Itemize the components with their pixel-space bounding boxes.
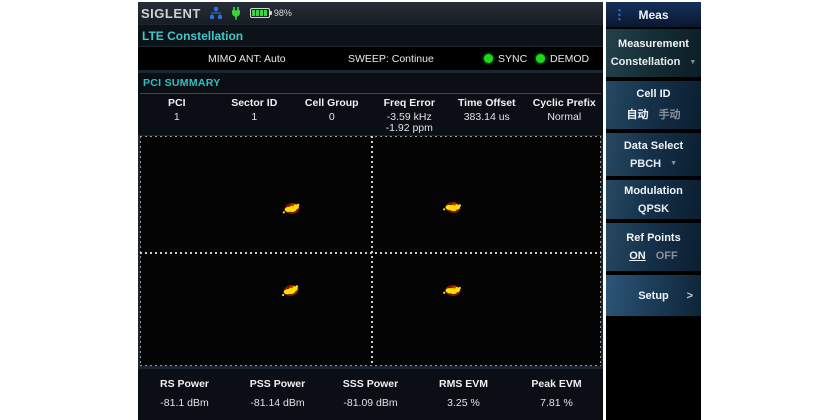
softkey-label: Modulation <box>624 185 683 197</box>
pci-summary-title: PCI SUMMARY <box>143 77 221 89</box>
power-evm-metrics: RS Power -81.1 dBmPSS Power -81.14 dBmSSS … <box>138 369 603 420</box>
page-background: SIGLENT 98% LTE Co <box>0 0 840 420</box>
softkey-data-select[interactable]: Data Select PBCH ▼ <box>606 133 701 178</box>
device-screen-main: SIGLENT 98% LTE Co <box>138 2 603 420</box>
metric-value: 7.81 % <box>510 397 603 409</box>
constellation-cluster <box>440 281 466 304</box>
softkey-sidebar: ⋮ Meas Measurement Constellation ▼ Cell ID 自… <box>606 2 701 420</box>
softkey-toggle: 自动手动 <box>624 106 684 122</box>
lan-icon <box>210 7 222 19</box>
sweep-status: SWEEP: Continue <box>348 47 434 70</box>
battery-icon <box>250 8 270 18</box>
softkey-value: QPSK <box>638 203 669 215</box>
separator <box>140 93 601 94</box>
metric-label: SSS Power <box>324 378 417 390</box>
power-plug-icon <box>231 7 241 20</box>
menu-header: ⋮ Meas <box>606 2 701 27</box>
toggle-option-[interactable]: 自动 <box>627 106 649 122</box>
top-status-bar: SIGLENT 98% <box>138 2 603 24</box>
constellation-cluster <box>278 281 304 304</box>
siglent-logo: SIGLENT <box>141 6 201 21</box>
demod-status-bar: MIMO ANT: Auto SWEEP: Continue SYNC DEMO… <box>138 47 603 70</box>
constellation-plot <box>140 136 601 366</box>
pci-summary-panel: PCI SUMMARY PCI1Sector ID1Cell Group0Fre… <box>138 73 603 135</box>
chevron-right-icon: > <box>687 290 693 302</box>
metric-rs-power: RS Power -81.1 dBm <box>138 369 231 420</box>
pci-col-value: Normal <box>526 112 604 123</box>
battery-bar <box>256 10 259 16</box>
title-bar: LTE Constellation <box>138 25 603 46</box>
softkey-label: Ref Points <box>626 232 680 244</box>
pci-col-header: Cell Group <box>293 97 371 109</box>
pci-col-pci: PCI 1 <box>138 97 216 134</box>
softkey-setup[interactable]: Setup > <box>606 275 701 318</box>
constellation-cluster <box>440 198 466 221</box>
metric-value: -81.1 dBm <box>138 397 231 409</box>
pci-col-header: Freq Error <box>371 97 449 109</box>
metric-rms-evm: RMS EVM 3.25 % <box>417 369 510 420</box>
softkey-toggle: ON OFF <box>626 250 681 262</box>
pci-col-freq-error: Freq Error -3.59 kHz-1.92 ppm <box>371 97 449 134</box>
menu-title: Meas <box>638 8 668 22</box>
pci-col-header: PCI <box>138 97 216 109</box>
pci-col-value: -3.59 kHz-1.92 ppm <box>371 112 449 134</box>
sync-led-icon <box>484 54 493 63</box>
mimo-ant-status: MIMO ANT: Auto <box>208 47 286 70</box>
softkey-label: Data Select <box>624 140 683 152</box>
demod-indicator: DEMOD <box>536 47 589 70</box>
softkey-label: Cell ID <box>636 88 670 100</box>
battery-bar <box>252 10 255 16</box>
chevron-down-icon: ▼ <box>670 160 677 167</box>
pci-col-header: Sector ID <box>216 97 294 109</box>
battery-bar <box>260 10 263 16</box>
sync-indicator: SYNC <box>484 47 527 70</box>
softkey-value: Constellation <box>611 56 681 68</box>
metric-value: -81.09 dBm <box>324 397 417 409</box>
softkey-modulation[interactable]: Modulation QPSK <box>606 180 701 221</box>
toggle-option-off[interactable]: OFF <box>656 250 678 262</box>
softkey-ref-points[interactable]: Ref Points ON OFF <box>606 223 701 273</box>
pci-col-time-offset: Time Offset 383.14 us <box>448 97 526 134</box>
toggle-option-on[interactable]: ON <box>629 250 646 262</box>
metric-sss-power: SSS Power -81.09 dBm <box>324 369 417 420</box>
softkey-label: Measurement <box>618 38 689 50</box>
battery-bar <box>264 10 267 16</box>
pci-col-value: 1 <box>216 112 294 123</box>
softkey-label: Setup <box>638 290 669 302</box>
pci-col-sector-id: Sector ID 1 <box>216 97 294 134</box>
battery-percent: 98% <box>274 8 292 18</box>
menu-dots-icon: ⋮ <box>613 3 626 26</box>
plot-axis-vertical <box>371 136 373 366</box>
page-title: LTE Constellation <box>142 29 243 43</box>
softkey-measurement[interactable]: Measurement Constellation ▼ <box>606 29 701 79</box>
metric-peak-evm: Peak EVM 7.81 % <box>510 369 603 420</box>
pci-col-value: 0 <box>293 112 371 123</box>
toggle-option-[interactable]: 手动 <box>659 106 681 122</box>
pci-col-value: 1 <box>138 112 216 123</box>
pci-col-cell-group: Cell Group 0 <box>293 97 371 134</box>
metric-value: -81.14 dBm <box>231 397 324 409</box>
pci-col-value: 383.14 us <box>448 112 526 123</box>
pci-summary-table: PCI1Sector ID1Cell Group0Freq Error-3.59… <box>138 97 603 134</box>
constellation-cluster <box>279 199 305 222</box>
pci-col-header: Time Offset <box>448 97 526 109</box>
softkey-value: PBCH <box>630 158 661 170</box>
metric-label: Peak EVM <box>510 378 603 390</box>
metric-label: RMS EVM <box>417 378 510 390</box>
metric-label: PSS Power <box>231 378 324 390</box>
metric-label: RS Power <box>138 378 231 390</box>
metric-value: 3.25 % <box>417 397 510 409</box>
chevron-down-icon: ▼ <box>689 59 696 66</box>
metric-pss-power: PSS Power -81.14 dBm <box>231 369 324 420</box>
demod-led-icon <box>536 54 545 63</box>
softkey-cell-id[interactable]: Cell ID 自动手动 <box>606 81 701 131</box>
pci-col-cyclic-prefix: Cyclic Prefix Normal <box>526 97 604 134</box>
pci-col-header: Cyclic Prefix <box>526 97 604 109</box>
